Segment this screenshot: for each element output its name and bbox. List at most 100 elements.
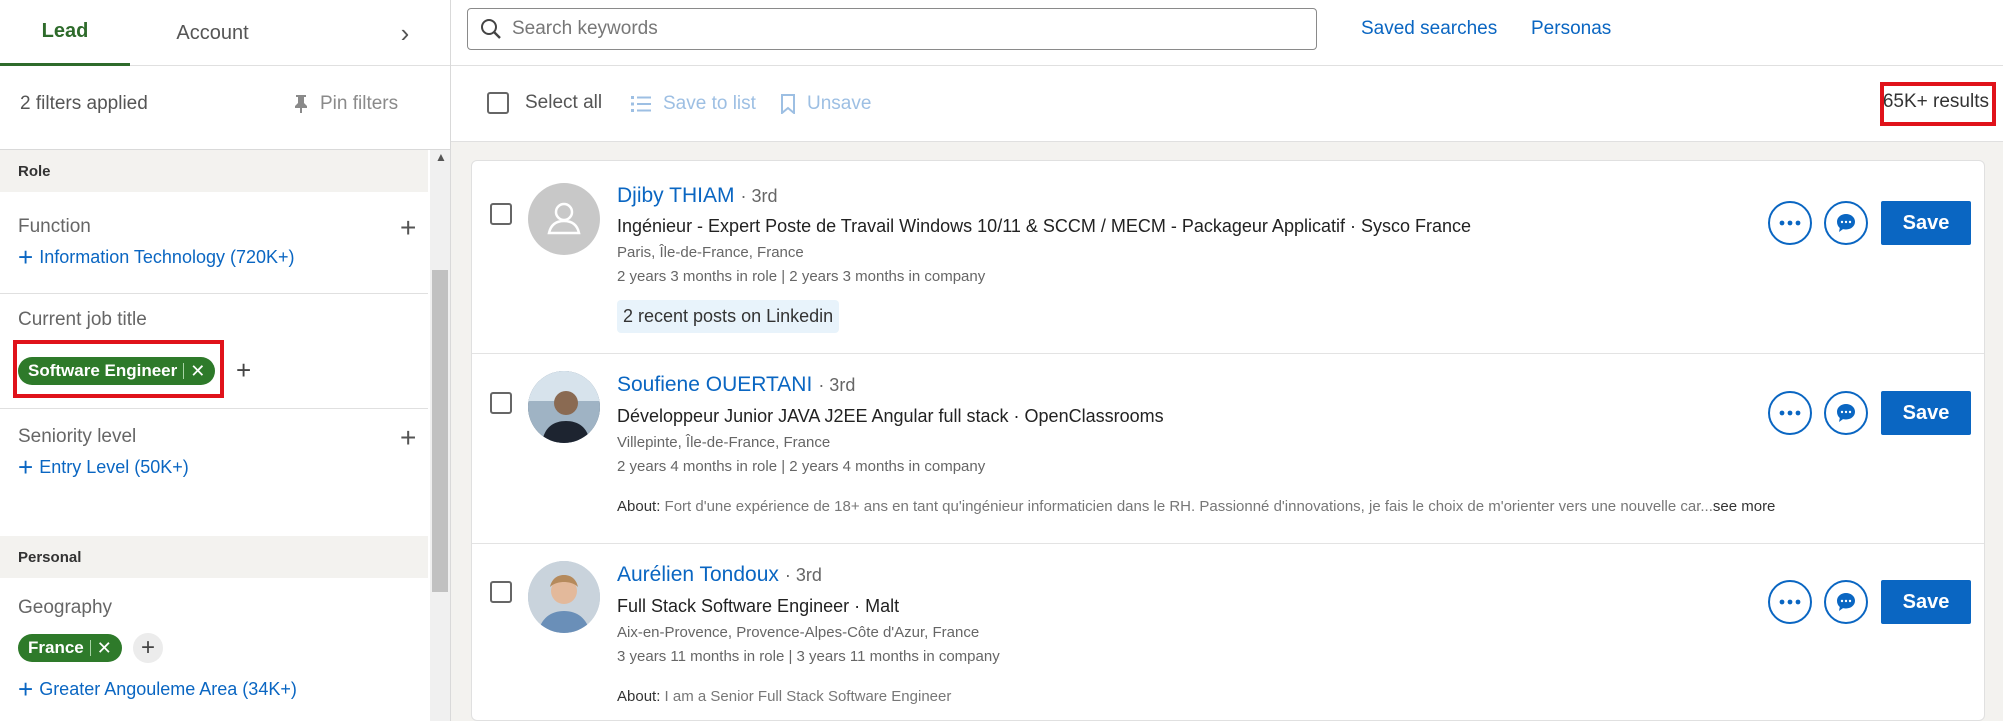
connection-degree: · 3rd <box>818 375 856 395</box>
lead-tenure: 2 years 4 months in role | 2 years 4 mon… <box>617 458 986 475</box>
tab-lead[interactable]: Lead <box>0 0 130 66</box>
plus-icon: + <box>18 674 34 704</box>
about-text: I am a Senior Full Stack Software Engine… <box>664 688 952 705</box>
filter-list: Role Function + + Information Technology… <box>0 150 450 721</box>
more-options-icon[interactable] <box>1768 201 1812 245</box>
message-icon[interactable] <box>1824 580 1868 624</box>
lead-name-link[interactable]: Soufiene OUERTANI <box>617 373 812 397</box>
lead-name-line: Djiby THIAM · 3rd <box>617 184 777 208</box>
highlight-box <box>13 340 224 398</box>
seniority-option-entry[interactable]: + Entry Level (50K+) <box>18 454 189 480</box>
add-job-title-icon[interactable]: + <box>236 357 251 383</box>
lead-checkbox[interactable] <box>490 581 512 603</box>
seniority-filter-label: Seniority level <box>18 426 137 447</box>
see-more-link[interactable]: see more <box>1713 498 1776 515</box>
tab-account[interactable]: Account <box>150 0 275 66</box>
save-lead-button[interactable]: Save <box>1881 580 1971 624</box>
section-personal-header: Personal <box>0 536 428 578</box>
pin-icon <box>295 95 307 113</box>
avatar[interactable] <box>528 371 600 443</box>
avatar-placeholder-icon[interactable] <box>528 183 600 255</box>
tab-bar: Lead Account › <box>0 0 450 66</box>
search-icon <box>481 19 501 39</box>
sidebar-scrollbar[interactable]: ▲ <box>430 150 450 721</box>
highlight-box <box>1880 82 1996 126</box>
personas-link[interactable]: Personas <box>1531 18 1611 40</box>
search-box[interactable] <box>467 8 1317 50</box>
job-title-filter-label: Current job title <box>18 309 147 330</box>
bookmark-icon <box>781 94 795 114</box>
pin-filters-button[interactable]: Pin filters <box>292 93 398 115</box>
remove-icon[interactable]: ✕ <box>97 638 112 659</box>
lead-card[interactable]: Soufiene OUERTANI · 3rd Développeur Juni… <box>472 354 1984 544</box>
about-label: About: <box>617 498 661 515</box>
lead-card[interactable]: Djiby THIAM · 3rd Ingénieur - Expert Pos… <box>472 161 1984 354</box>
filter-sidebar: Lead Account › 2 filters applied Pin fil… <box>0 0 451 721</box>
more-options-icon[interactable] <box>1768 580 1812 624</box>
lead-about: About: Fort d'une expérience de 18+ ans … <box>617 498 1775 515</box>
list-icon <box>631 96 651 112</box>
select-all-checkbox[interactable] <box>487 92 509 114</box>
lead-tenure: 2 years 3 months in role | 2 years 3 mon… <box>617 268 986 285</box>
message-icon[interactable] <box>1824 391 1868 435</box>
about-text: Fort d'une expérience de 18+ ans en tant… <box>664 498 1713 515</box>
search-input[interactable] <box>512 18 1292 40</box>
add-seniority-icon[interactable]: + <box>400 424 416 452</box>
geography-option-angouleme[interactable]: + Greater Angouleme Area (34K+) <box>18 676 297 702</box>
save-to-list-button[interactable]: Save to list <box>631 93 756 115</box>
add-geography-icon[interactable]: + <box>133 633 163 663</box>
lead-location: Paris, Île-de-France, France <box>617 244 804 261</box>
divider <box>0 293 428 294</box>
geography-pill-label: France <box>28 638 84 657</box>
filters-summary-bar: 2 filters applied Pin filters <box>0 66 450 150</box>
message-icon[interactable] <box>1824 201 1868 245</box>
lead-card[interactable]: Aurélien Tondoux · 3rd Full Stack Softwa… <box>472 544 1984 720</box>
plus-icon: + <box>18 242 34 272</box>
scroll-up-arrow-icon[interactable]: ▲ <box>435 150 447 164</box>
more-options-icon[interactable] <box>1768 391 1812 435</box>
select-all-label: Select all <box>525 92 603 113</box>
recent-posts-badge[interactable]: 2 recent posts on Linkedin <box>617 300 840 333</box>
function-option-label: Information Technology (720K+) <box>39 246 295 267</box>
save-to-list-label: Save to list <box>663 93 756 114</box>
save-lead-button[interactable]: Save <box>1881 201 1971 245</box>
results-panel: Saved searches Personas Select all Save … <box>451 0 2003 721</box>
lead-headline: Full Stack Software Engineer · Malt <box>617 596 900 616</box>
avatar[interactable] <box>528 561 600 633</box>
lead-name-line: Aurélien Tondoux · 3rd <box>617 563 822 587</box>
geography-option-label: Greater Angouleme Area (34K+) <box>39 678 297 699</box>
lead-headline: Ingénieur - Expert Poste de Travail Wind… <box>617 216 1472 236</box>
search-header: Saved searches Personas <box>451 0 2003 66</box>
bulk-actions-bar: Select all Save to list Unsave 65K+ resu… <box>451 66 2003 142</box>
lead-checkbox[interactable] <box>490 392 512 414</box>
pin-filters-label: Pin filters <box>320 93 399 114</box>
lead-about: About: I am a Senior Full Stack Software… <box>617 688 951 705</box>
lead-checkbox[interactable] <box>490 203 512 225</box>
add-function-icon[interactable]: + <box>400 214 416 242</box>
geography-pill[interactable]: France ✕ <box>18 634 122 662</box>
lead-headline: Développeur Junior JAVA J2EE Angular ful… <box>617 406 1164 426</box>
saved-searches-link[interactable]: Saved searches <box>1361 18 1497 40</box>
lead-name-link[interactable]: Djiby THIAM <box>617 184 734 208</box>
lead-name-line: Soufiene OUERTANI · 3rd <box>617 373 855 397</box>
lead-results-list: Djiby THIAM · 3rd Ingénieur - Expert Pos… <box>471 160 1985 721</box>
unsave-label: Unsave <box>807 93 872 114</box>
scroll-thumb[interactable] <box>432 270 448 592</box>
plus-icon: + <box>18 452 34 482</box>
section-role-header: Role <box>0 150 428 192</box>
lead-location: Aix-en-Provence, Provence-Alpes-Côte d'A… <box>617 624 980 641</box>
seniority-option-label: Entry Level (50K+) <box>39 456 189 477</box>
save-lead-button[interactable]: Save <box>1881 391 1971 435</box>
lead-location: Villepinte, Île-de-France, France <box>617 434 831 451</box>
chevron-right-icon[interactable]: › <box>390 0 420 66</box>
select-all-control[interactable]: Select all <box>487 92 602 114</box>
function-filter-label: Function <box>18 216 91 237</box>
connection-degree: · 3rd <box>784 565 822 585</box>
connection-degree: · 3rd <box>740 186 778 206</box>
lead-tenure: 3 years 11 months in role | 3 years 11 m… <box>617 648 1000 665</box>
geography-filter-label: Geography <box>18 597 113 618</box>
filters-applied-count: 2 filters applied <box>20 93 148 114</box>
unsave-button[interactable]: Unsave <box>781 93 871 115</box>
function-option-it[interactable]: + Information Technology (720K+) <box>18 244 295 270</box>
lead-name-link[interactable]: Aurélien Tondoux <box>617 563 779 587</box>
